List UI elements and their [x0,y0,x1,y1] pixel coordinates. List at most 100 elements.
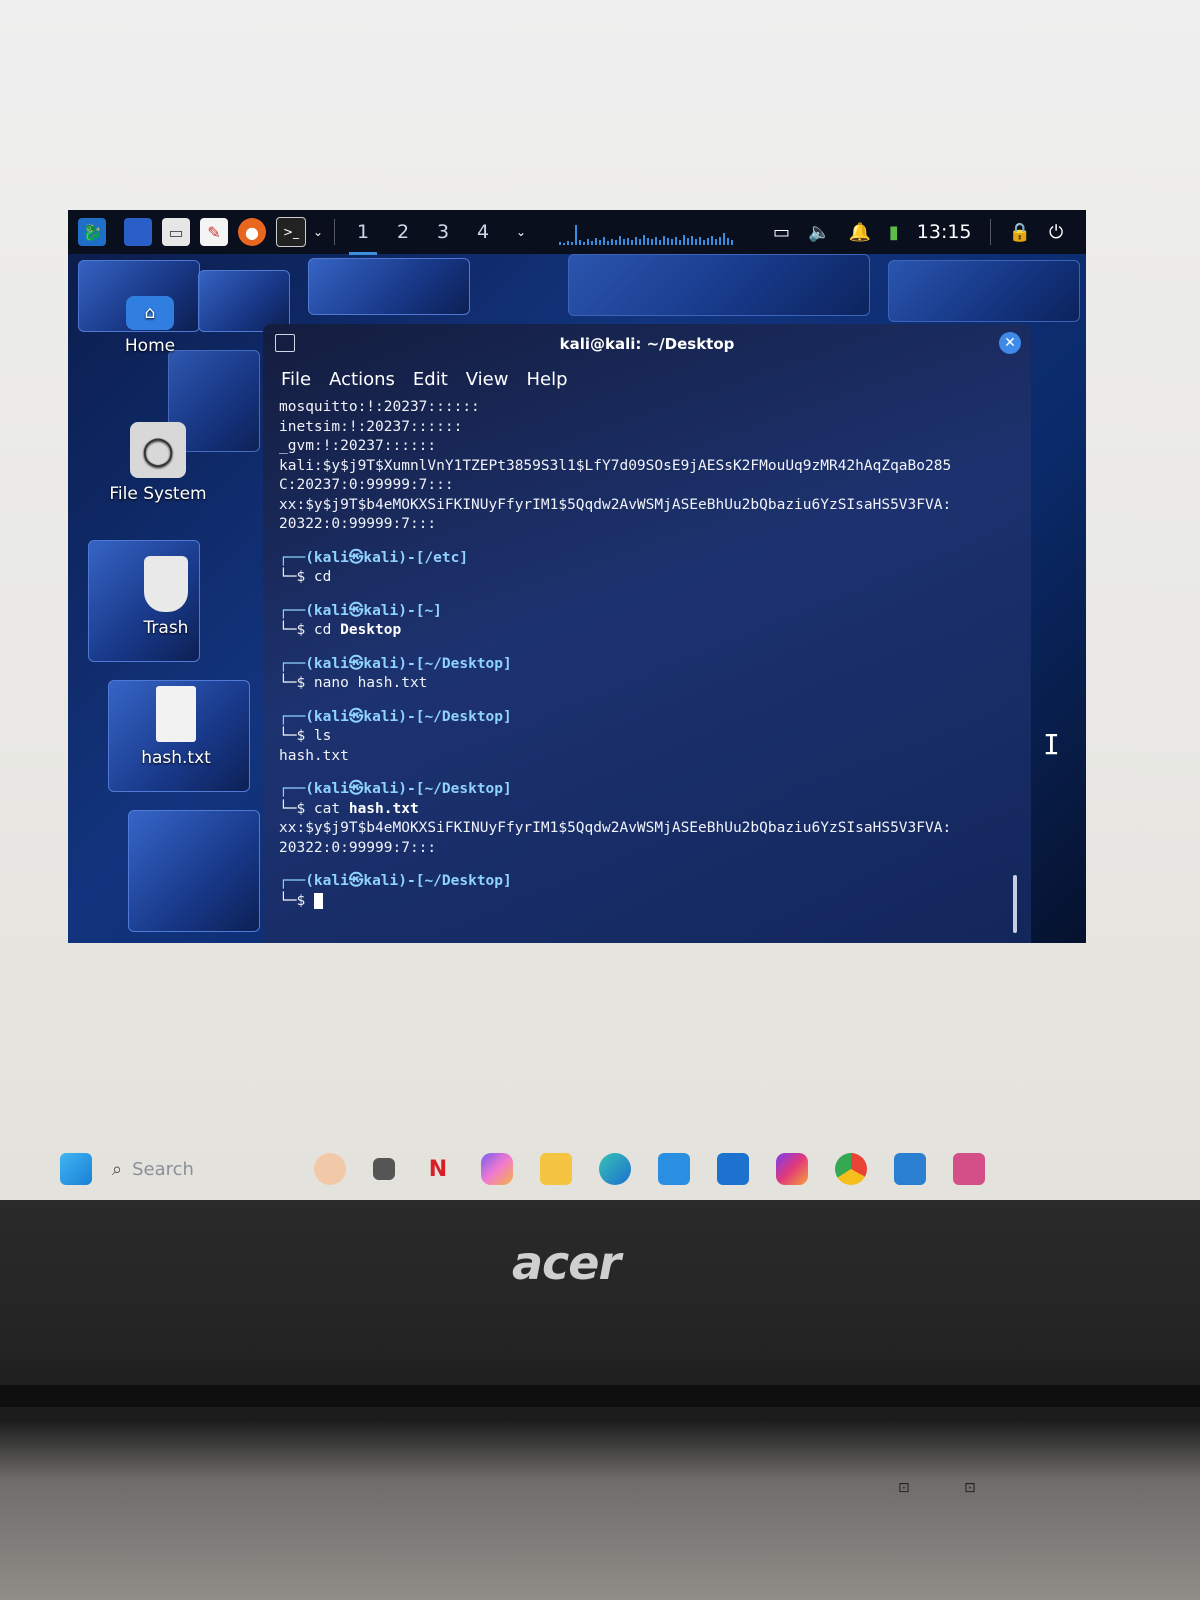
text-editor-icon[interactable]: ✎ [200,218,228,246]
vscode-icon[interactable] [893,1153,926,1185]
desktop-icon-hash-txt[interactable]: hash.txt [116,686,236,768]
desktop-icon-label: Home [124,336,176,356]
cpu-bar [627,238,629,245]
command-line[interactable]: └─$ [279,892,1031,912]
cpu-bar [583,242,585,245]
lock-icon[interactable]: 🔒 [1009,222,1031,243]
volume-icon[interactable]: 🔈 [808,222,830,243]
windows-start-icon[interactable] [60,1153,92,1185]
command-line: └─$ cd [279,569,332,585]
command-arg: Desktop [340,622,402,638]
wallpaper-shape [198,270,290,332]
command-arg: hash.txt [357,675,428,691]
cpu-bar [727,238,729,245]
search-icon: ⌕ [112,1158,123,1180]
kali-menu-icon[interactable]: 🐉 [78,218,106,246]
instagram-icon[interactable] [775,1153,808,1185]
wallpaper-shape [568,254,870,316]
clock[interactable]: 13:15 [917,221,972,243]
terminal-window[interactable]: kali@kali: ~/Desktop ✕ File Actions Edit… [263,324,1060,943]
command-text: └─$ nano [279,675,358,691]
workspace-3[interactable]: 3 [423,221,463,243]
cpu-bar [631,240,633,245]
edge-icon[interactable] [598,1153,631,1185]
cpu-bar [591,241,593,245]
file-manager-icon[interactable]: ▭ [162,218,190,246]
windows-taskbar: ⌕ Search N [60,1146,1110,1192]
store-icon[interactable] [657,1153,690,1185]
output-line: inetsim:!:20237:::::: [279,418,463,435]
cpu-bar [683,235,685,245]
task-view-icon[interactable] [372,1158,395,1180]
cpu-bar [703,240,705,245]
wallpaper-shape [308,258,470,315]
terminal-output[interactable]: mosquitto:!:20237:::::: inetsim:!:20237:… [263,394,1031,911]
menu-actions[interactable]: Actions [329,369,395,390]
menu-file[interactable]: File [281,369,311,390]
cpu-bar [707,238,709,245]
firefox-icon[interactable]: ● [238,218,266,246]
cpu-bar [691,236,693,245]
cpu-bar [671,239,673,245]
chevron-down-icon[interactable]: ⌄ [310,218,326,246]
command-line: └─$ cat hash.txt [279,800,1031,820]
chrome-icon[interactable] [834,1153,867,1185]
copilot-icon[interactable] [480,1153,513,1185]
show-desktop-icon[interactable] [124,218,152,246]
netflix-icon[interactable]: N [422,1153,454,1185]
menu-help[interactable]: Help [526,369,567,390]
terminal-icon[interactable]: >_ [276,217,306,247]
virtualbox-icon[interactable] [952,1153,985,1185]
shell-prompt: ┌──(kali㉿kali)-[~/Desktop] [279,708,512,725]
cpu-bar [675,237,677,245]
command-arg: hash.txt [348,800,419,817]
workspace-2[interactable]: 2 [383,221,423,243]
cpu-bar [699,237,701,245]
chevron-down-icon[interactable]: ⌄ [513,218,529,246]
terminal-scrollbar[interactable] [1013,875,1017,933]
terminal-menubar: File Actions Edit View Help [263,364,1031,394]
cpu-bar [579,240,581,245]
workspace-4[interactable]: 4 [463,221,503,243]
workspace-1[interactable]: 1 [343,221,383,255]
terminal-titlebar[interactable]: kali@kali: ~/Desktop ✕ [263,324,1031,364]
command-line: └─$ cd Desktop [279,621,1031,641]
desktop-icon-trash[interactable]: Trash [106,556,226,638]
drive-icon: ◯ [130,422,186,478]
file-explorer-icon[interactable] [539,1153,572,1185]
taskbar-search[interactable]: ⌕ Search [112,1159,194,1180]
command-text: └─$ cat [279,800,349,817]
menu-edit[interactable]: Edit [413,369,448,390]
logout-icon[interactable]: ⏻ [1049,222,1063,243]
cpu-bar [559,242,561,245]
cpu-bar [639,239,641,245]
output-line: 20322:0:99999:7::: [279,839,437,856]
cpu-bar [575,225,577,245]
cpu-bar [679,240,681,245]
desktop-icon-home[interactable]: ⌂ Home [90,296,210,356]
brand-logo: acer [512,1236,621,1290]
laptop-screen: 🐉 ▭ ✎ ● >_ ⌄ 1 2 3 4 ⌄ ▭ 🔈 🔔 ▮ 13:15 🔒 ⏻… [0,0,1200,1200]
output-line: _gvm:!:20237:::::: [279,438,437,454]
cpu-bar [663,236,665,245]
cpu-bar [659,240,661,245]
desktop-icon-label: File System [109,484,207,504]
output-line: C:20237:0:99999:7::: [279,477,454,493]
display-icon[interactable]: ▭ [773,222,790,243]
cpu-bar [607,241,609,245]
cpu-bar [615,240,617,245]
widgets-icon[interactable] [313,1153,346,1185]
close-icon[interactable]: ✕ [999,332,1021,354]
battery-icon[interactable]: ▮ [889,222,899,243]
command-line: └─$ ls [279,728,332,744]
home-icon: ⌂ [126,296,174,330]
notification-bell-icon[interactable]: 🔔 [848,222,870,243]
cpu-bar [571,242,573,245]
desktop-icon-file-system[interactable]: ◯ File System [98,422,218,504]
search-placeholder: Search [132,1158,194,1180]
menu-view[interactable]: View [466,369,509,390]
wallpaper-shape [128,810,260,932]
cpu-bar [723,233,725,245]
outlook-icon[interactable] [716,1153,749,1185]
cpu-bar [651,239,653,245]
